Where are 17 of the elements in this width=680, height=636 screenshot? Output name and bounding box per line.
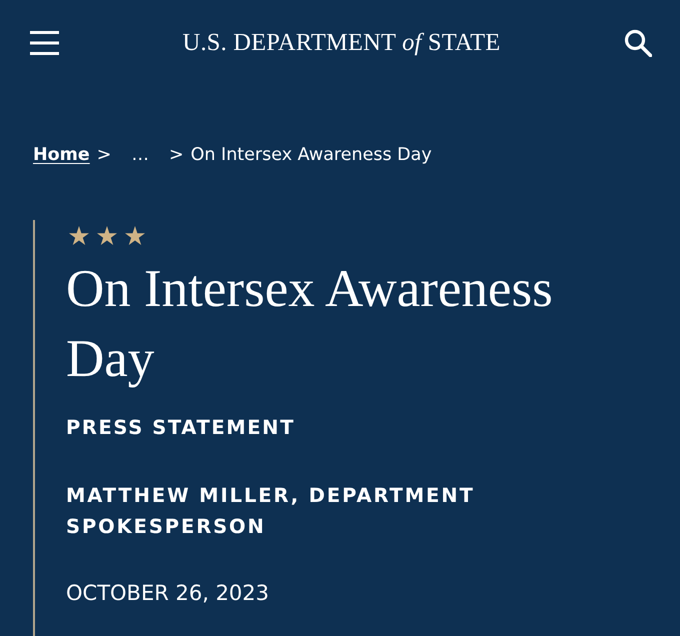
search-icon bbox=[624, 29, 652, 57]
breadcrumb-separator: > bbox=[168, 144, 184, 167]
site-logo[interactable]: U.S. DEPARTMENT of STATE bbox=[182, 30, 500, 56]
menu-icon bbox=[30, 31, 59, 55]
statement-type: PRESS STATEMENT bbox=[66, 414, 296, 441]
author-line: MATTHEW MILLER, DEPARTMENT SPOKESPERSON bbox=[66, 482, 476, 540]
article-title: On Intersex Awareness Day bbox=[66, 258, 554, 390]
star-icon bbox=[125, 226, 145, 245]
search-button[interactable] bbox=[624, 29, 652, 57]
home-link[interactable]: Home bbox=[33, 144, 90, 167]
breadcrumb-current: On Intersex Awareness Day bbox=[190, 144, 432, 167]
star-icon bbox=[69, 226, 89, 245]
menu-button[interactable] bbox=[30, 31, 59, 55]
breadcrumb-ellipsis[interactable]: … bbox=[131, 144, 149, 167]
publish-date: OCTOBER 26, 2023 bbox=[66, 580, 270, 607]
breadcrumb-separator: > bbox=[96, 144, 112, 167]
star-icon bbox=[97, 226, 117, 245]
